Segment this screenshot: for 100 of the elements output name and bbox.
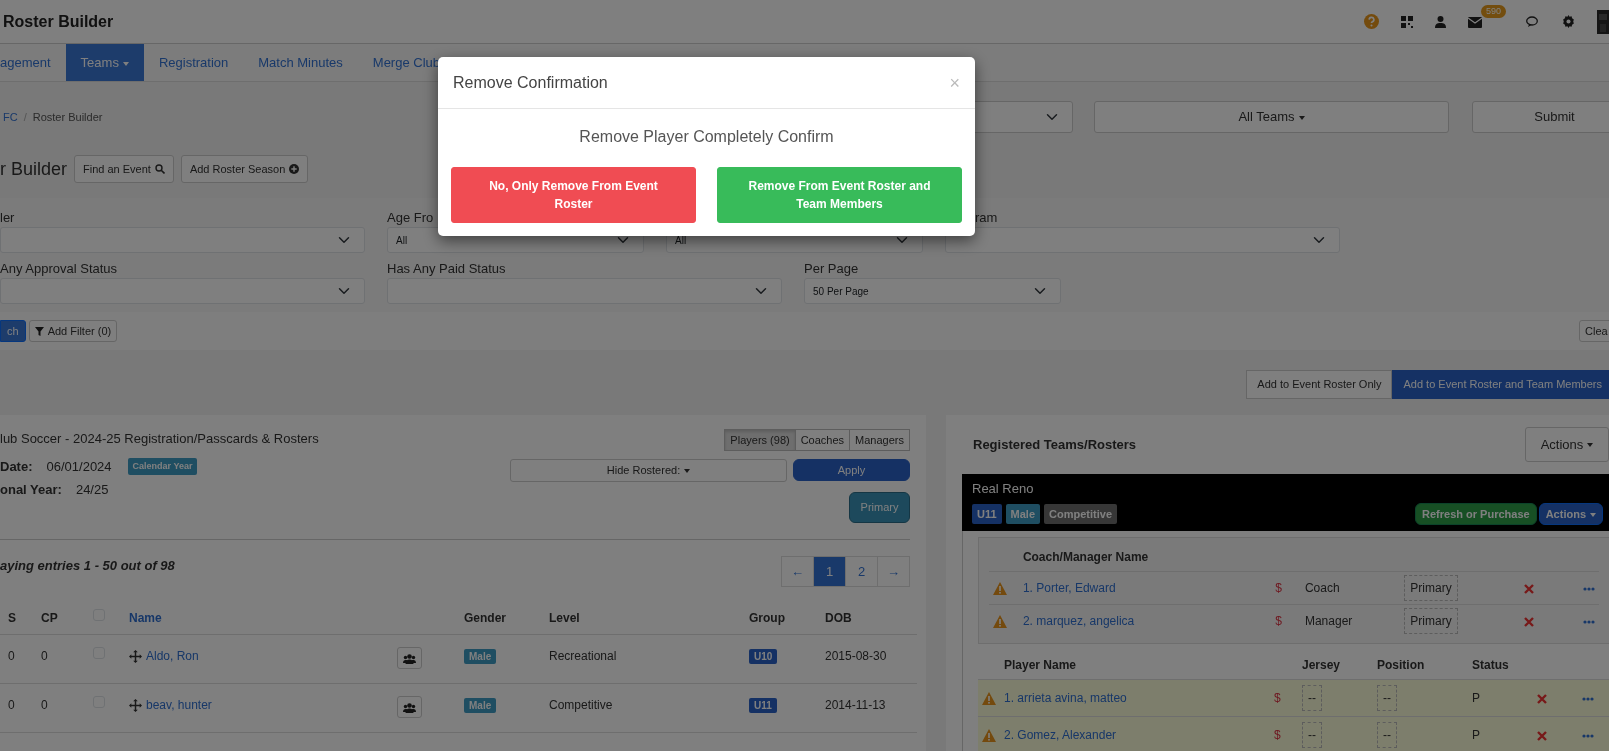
player-link[interactable]: 1. arrieta avina, matteo [1004, 691, 1127, 705]
mail-icon[interactable] [1468, 16, 1482, 28]
remove-icon[interactable] [1537, 730, 1547, 741]
group-icon [403, 702, 416, 713]
hide-rostered-dropdown[interactable]: Hide Rostered: [510, 459, 787, 482]
member-tab[interactable]: Players (98) [724, 429, 796, 451]
team-button[interactable] [397, 696, 422, 718]
caret-icon [1298, 115, 1305, 120]
table-cell: P [1472, 691, 1480, 705]
warning-icon [993, 582, 1007, 596]
qr-code-icon[interactable] [1401, 15, 1413, 28]
staff-link[interactable]: 2. marquez, angelica [1022, 614, 1135, 628]
filter-label: Any Approval Status [0, 261, 118, 276]
group-badge: U11 [749, 698, 777, 713]
group-icon [403, 653, 416, 664]
select-field[interactable] [387, 278, 782, 304]
move-icon[interactable] [129, 699, 142, 713]
remove-icon[interactable] [1537, 693, 1547, 704]
clear-button[interactable]: Clea [1579, 320, 1609, 342]
column-header: S [8, 611, 16, 625]
team-badge: U11 [972, 503, 1002, 524]
nav-tab[interactable]: Teams [65, 44, 144, 81]
jersey-field[interactable]: -- [1302, 685, 1322, 711]
column-header: CP [41, 611, 58, 625]
search-icon [154, 164, 165, 174]
player-link[interactable]: Aldo, Ron [146, 649, 199, 663]
no-remove-button[interactable]: No, Only Remove From Event Roster [451, 167, 696, 223]
nav-tab[interactable]: agement [0, 44, 66, 81]
remove-icon[interactable] [1523, 616, 1534, 627]
field-label: onal Year: [0, 482, 62, 497]
nav-tab[interactable]: Registration [143, 44, 244, 81]
user-icon[interactable] [1435, 15, 1446, 28]
team-button[interactable] [397, 647, 422, 669]
actions-button[interactable]: Actions [1525, 427, 1609, 462]
help-icon[interactable] [1364, 14, 1379, 29]
column-header: Group [749, 611, 785, 625]
group-badge: U10 [749, 649, 778, 664]
add-roster-button[interactable]: Add to Event Roster and Team Members [1392, 370, 1609, 399]
member-tab[interactable]: Coaches [794, 429, 851, 451]
pagination-button[interactable]: 2 [845, 556, 878, 587]
pagination-button[interactable]: → [877, 556, 910, 587]
add-filter-button[interactable]: Add Filter (0) [28, 320, 118, 342]
find-event-button[interactable]: Find an Event [74, 155, 174, 183]
column-header: Position [1377, 658, 1425, 672]
sort-link[interactable]: Name [129, 611, 162, 625]
nav-tab[interactable]: Match Minutes [243, 44, 358, 81]
move-icon[interactable] [129, 650, 142, 664]
event-title: lub Soccer - 2024-25 Registration/Passcards & Rosters [0, 430, 319, 448]
refresh-button[interactable]: Refresh or Purchase [1415, 502, 1537, 525]
column-header: DOB [825, 611, 852, 625]
position-field[interactable]: -- [1377, 685, 1397, 711]
breadcrumb-link[interactable]: FC [3, 110, 18, 123]
jersey-field[interactable]: -- [1302, 722, 1322, 748]
pagination-button[interactable]: 1 [813, 556, 846, 587]
close-button[interactable]: × [949, 74, 960, 92]
team-filter-button[interactable]: All Teams [1094, 101, 1449, 133]
add-roster-button[interactable]: Add to Event Roster Only [1246, 370, 1393, 399]
avatar-icon[interactable] [1597, 9, 1609, 34]
settings-icon[interactable] [1562, 15, 1575, 28]
filter-label: Per Page [804, 261, 859, 276]
more-icon[interactable] [1583, 619, 1595, 624]
select-field[interactable]: 50 Per Page [804, 278, 1061, 304]
filter-label: Age Fro [387, 210, 434, 225]
table-cell: 2015-08-30 [825, 649, 887, 663]
entries-summary: aying entries 1 - 50 out of 98 [0, 557, 175, 575]
submit-button[interactable]: Submit [1472, 101, 1609, 133]
column-header: Coach/Manager Name [1022, 550, 1149, 564]
remove-icon[interactable] [1523, 583, 1534, 594]
player-link[interactable]: beav, hunter [146, 698, 212, 712]
pagination-button[interactable]: ← [781, 556, 814, 587]
remove-completely-button[interactable]: Remove From Event Roster and Team Members [717, 167, 962, 223]
column-header: Level [549, 611, 580, 625]
member-tab[interactable]: Managers [849, 429, 910, 451]
fee-indicator: $ [1274, 728, 1281, 742]
select-field[interactable] [0, 278, 365, 304]
role-type-field[interactable]: Primary [1404, 575, 1458, 601]
table-cell: P [1472, 728, 1480, 742]
select-field[interactable] [0, 227, 365, 253]
table-cell: Coach [1304, 581, 1340, 595]
search-button[interactable]: ch [0, 319, 26, 343]
primary-button[interactable]: Primary [849, 492, 910, 523]
more-icon[interactable] [1583, 586, 1595, 591]
caret-icon [1587, 443, 1594, 448]
more-icon[interactable] [1582, 733, 1594, 738]
team-actions-button[interactable]: Actions [1538, 502, 1603, 525]
warning-icon [993, 615, 1007, 629]
team-badge: Male [1005, 503, 1041, 524]
staff-link[interactable]: 1. Porter, Edward [1022, 581, 1116, 595]
add-season-button[interactable]: Add Roster Season [180, 155, 309, 183]
player-link[interactable]: 2. Gomez, Alexander [1004, 728, 1117, 742]
filter-label: ram [975, 210, 998, 225]
apply-button[interactable]: Apply [793, 459, 910, 481]
more-icon[interactable] [1582, 696, 1594, 701]
position-field[interactable]: -- [1377, 722, 1397, 748]
team-badge: Competitive [1044, 503, 1117, 524]
count-badge: 590 [1481, 4, 1507, 18]
select-field[interactable] [945, 227, 1340, 253]
chat-icon[interactable] [1526, 15, 1540, 28]
role-type-field[interactable]: Primary [1404, 608, 1458, 634]
table-cell: 0 [8, 649, 15, 663]
